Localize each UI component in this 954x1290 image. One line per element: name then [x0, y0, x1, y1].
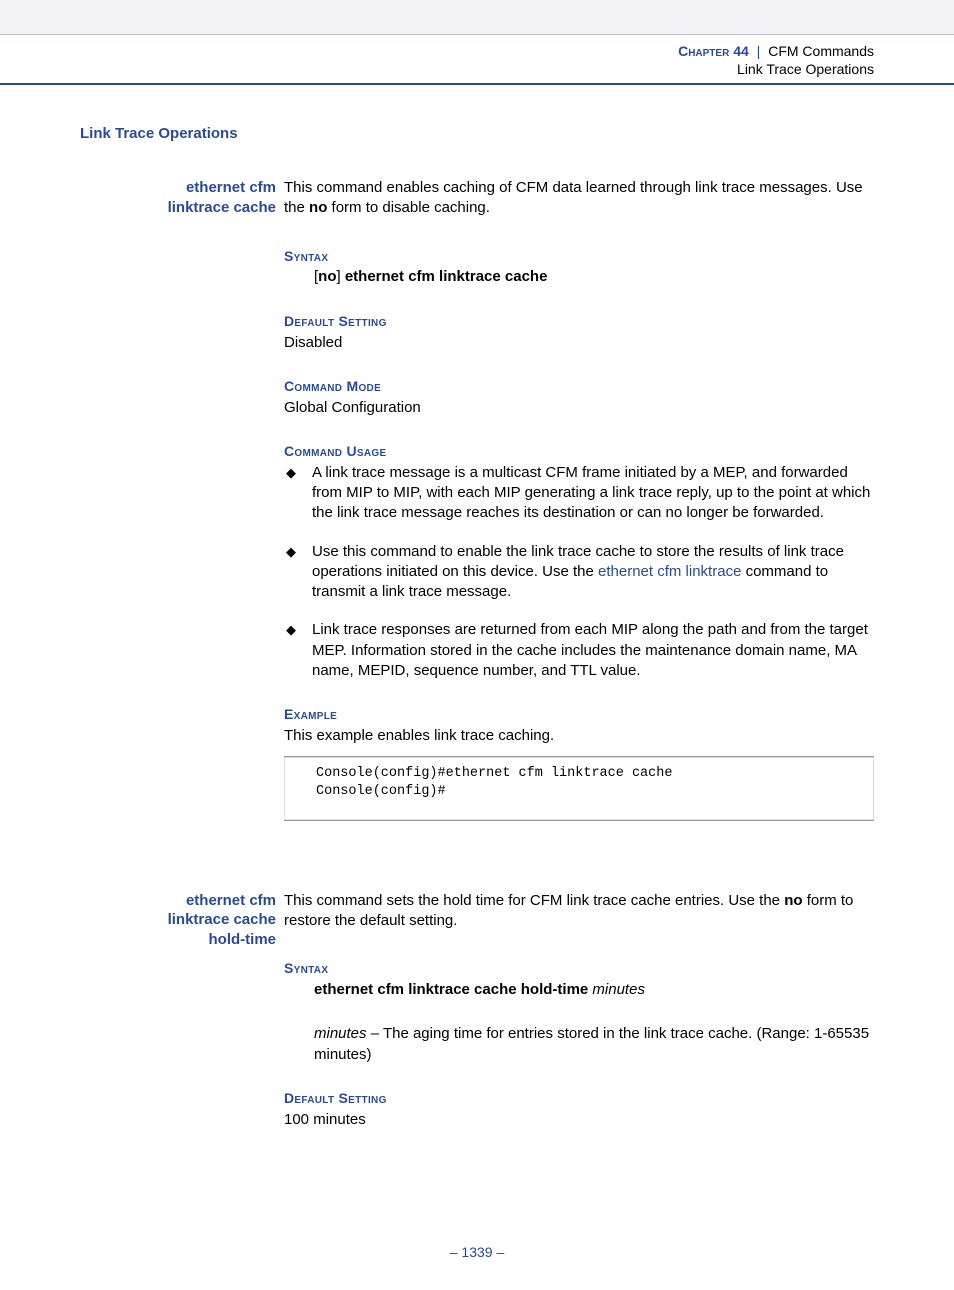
- top-bar: [0, 0, 954, 35]
- page-number: 1339: [461, 1244, 492, 1260]
- param-desc: – The aging time for entries stored in t…: [314, 1025, 869, 1062]
- command-name: ethernet cfm linktrace cache hold-time: [80, 891, 284, 1154]
- mode-value: Global Configuration: [284, 398, 874, 418]
- usage-b2-link[interactable]: ethernet cfm linktrace: [598, 563, 741, 580]
- header-separator: |: [757, 43, 761, 59]
- cmd-name-line3: hold-time: [209, 931, 277, 948]
- syntax-arg: minutes: [588, 981, 645, 998]
- syntax-command: ethernet cfm linktrace cache: [345, 268, 548, 285]
- command-intro: This command sets the hold time for CFM …: [284, 891, 874, 932]
- cmd-name-line1: ethernet cfm: [186, 892, 276, 909]
- intro-no-keyword: no: [784, 892, 802, 909]
- syntax-line: ethernet cfm linktrace cache hold-time m…: [314, 980, 874, 1000]
- param-description: minutes – The aging time for entries sto…: [314, 1024, 874, 1065]
- command-body: This command enables caching of CFM data…: [284, 178, 874, 861]
- chapter-label: Chapter: [678, 43, 729, 59]
- command-block-hold-time: ethernet cfm linktrace cache hold-time T…: [80, 891, 874, 1154]
- cmd-name-line2: linktrace cache: [168, 199, 276, 216]
- footer-dash-right: –: [493, 1244, 505, 1260]
- usage-bullet-1: A link trace message is a multicast CFM …: [284, 463, 874, 524]
- header-subsection: Link Trace Operations: [0, 61, 874, 77]
- syntax-bracket-close: ]: [337, 268, 345, 285]
- usage-list: A link trace message is a multicast CFM …: [284, 463, 874, 681]
- command-intro: This command enables caching of CFM data…: [284, 178, 874, 219]
- intro-text-1: This command sets the hold time for CFM …: [284, 892, 784, 909]
- default-value: Disabled: [284, 333, 874, 353]
- syntax-line: [no] ethernet cfm linktrace cache: [314, 267, 874, 287]
- usage-heading: Command Usage: [284, 442, 874, 461]
- example-heading: Example: [284, 705, 874, 724]
- chapter-number: 44: [733, 43, 749, 59]
- syntax-command: ethernet cfm linktrace cache hold-time: [314, 981, 588, 998]
- command-name: ethernet cfm linktrace cache: [80, 178, 284, 861]
- example-code-box: Console(config)#ethernet cfm linktrace c…: [284, 756, 874, 820]
- command-block-linktrace-cache: ethernet cfm linktrace cache This comman…: [80, 178, 874, 861]
- syntax-no: no: [318, 268, 336, 285]
- syntax-heading: Syntax: [284, 247, 874, 266]
- default-value: 100 minutes: [284, 1110, 874, 1130]
- intro-text-2: form to disable caching.: [327, 199, 490, 216]
- default-heading: Default Setting: [284, 312, 874, 331]
- syntax-heading: Syntax: [284, 959, 874, 978]
- cmd-name-line1: ethernet cfm: [186, 179, 276, 196]
- default-heading: Default Setting: [284, 1089, 874, 1108]
- param-name: minutes: [314, 1025, 367, 1042]
- intro-no-keyword: no: [309, 199, 327, 216]
- page-header: Chapter 44 | CFM Commands Link Trace Ope…: [0, 35, 954, 85]
- cmd-name-line2: linktrace cache: [168, 911, 276, 928]
- page-footer: – 1339 –: [0, 1244, 954, 1290]
- chapter-title: CFM Commands: [768, 43, 874, 59]
- page-content: Link Trace Operations ethernet cfm linkt…: [80, 125, 874, 1154]
- example-intro: This example enables link trace caching.: [284, 726, 874, 746]
- header-chapter-line: Chapter 44 | CFM Commands: [0, 43, 874, 59]
- mode-heading: Command Mode: [284, 377, 874, 396]
- command-body: This command sets the hold time for CFM …: [284, 891, 874, 1154]
- section-title: Link Trace Operations: [80, 125, 874, 142]
- footer-dash-left: –: [450, 1244, 462, 1260]
- usage-bullet-3: Link trace responses are returned from e…: [284, 620, 874, 681]
- usage-bullet-2: Use this command to enable the link trac…: [284, 542, 874, 603]
